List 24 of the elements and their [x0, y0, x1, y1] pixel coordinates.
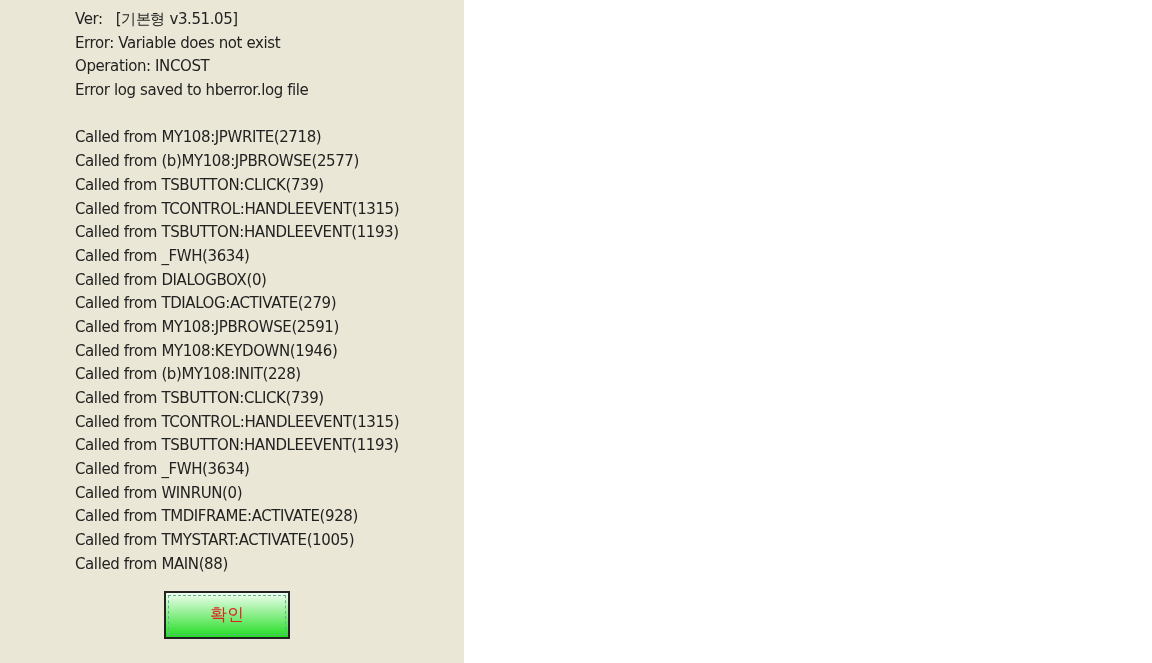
error-info-text: Operation: INCOST — [75, 56, 211, 78]
call-stack-line: Called from (b)MY108:INIT(228) — [75, 364, 302, 386]
call-stack-line: Called from MAIN(88) — [75, 553, 229, 575]
error-info-text: Ver: [기본형 v3.51.05] — [75, 9, 239, 30]
call-stack-line: Called from _FWH(3634) — [75, 459, 251, 481]
call-stack-line: Called from TSBUTTON:HANDLEEVENT(1193) — [75, 222, 400, 244]
error-info-text: Error: Variable does not exist — [75, 32, 282, 54]
call-stack-line: Called from TMDIFRAME:ACTIVATE(928) — [75, 506, 359, 528]
call-stack-line: Called from TCONTROL:HANDLEEVENT(1315) — [75, 198, 401, 220]
call-stack-line: Called from TSBUTTON:CLICK(739) — [75, 174, 325, 196]
call-stack-line: Called from TSBUTTON:CLICK(739) — [75, 388, 325, 409]
call-stack-line: Called from TSBUTTON:HANDLEEVENT(1193) — [75, 435, 400, 457]
call-stack-line: Called from TCONTROL:HANDLEEVENT(1315) — [75, 411, 401, 433]
call-stack-line: Called from TDIALOG:ACTIVATE(279) — [75, 293, 338, 315]
ok-button[interactable]: 확인 — [164, 590, 290, 639]
call-stack-line: Called from MY108:JPBROWSE(2591) — [75, 316, 340, 338]
call-stack-line: Called from WINRUN(0) — [75, 482, 244, 504]
call-stack-line: Called from (b)MY108:JPBROWSE(2577) — [75, 151, 360, 173]
call-stack-line: Called from _FWH(3634) — [75, 245, 251, 267]
error-info-text: Error log saved to hberror.log file — [75, 80, 310, 102]
call-stack-line: Called from MY108:JPWRITE(2718) — [75, 127, 323, 149]
call-stack-line: Called from DIALOGBOX(0) — [75, 269, 268, 291]
call-stack-line: Called from MY108:KEYDOWN(1946) — [75, 340, 339, 362]
call-stack-line: Called from TMYSTART:ACTIVATE(1005) — [75, 530, 356, 552]
